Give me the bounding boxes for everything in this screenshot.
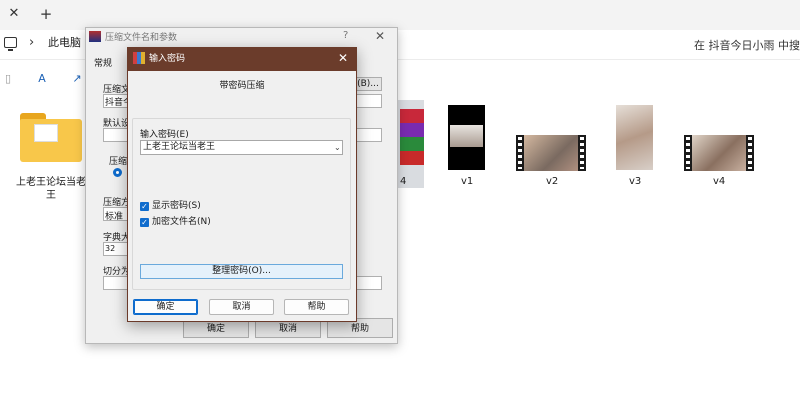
cancel-button[interactable]: 取消 — [209, 299, 274, 315]
video-thumbnail-v2[interactable] — [516, 135, 586, 171]
show-password-checkbox[interactable]: ✓ — [140, 202, 149, 211]
bg-dialog-title: 压缩文件名和参数 — [105, 33, 178, 43]
method-value: 标准 — [105, 212, 124, 222]
password-value: 上老王论坛当老王 — [143, 142, 216, 152]
file-label-v2[interactable]: v2 — [546, 176, 558, 187]
chevron-right-icon[interactable]: › — [29, 36, 34, 50]
encrypt-filenames-checkbox[interactable]: ✓ — [140, 218, 149, 227]
folder-icon[interactable] — [20, 113, 82, 163]
file-label-4[interactable]: 4 — [400, 176, 406, 187]
help-icon[interactable]: ? — [343, 30, 348, 41]
file-label-v1[interactable]: v1 — [461, 176, 473, 187]
dialog-title: 输入密码 — [149, 54, 186, 64]
rename-icon[interactable]: A — [36, 72, 48, 86]
search-placeholder: 在 抖音今日小雨 中搜索 — [694, 39, 800, 52]
show-password-label[interactable]: 显示密码(S) — [152, 201, 201, 212]
file-label-v3[interactable]: v3 — [629, 176, 641, 187]
video-thumbnail-v4[interactable] — [684, 135, 754, 171]
file-label-v4[interactable]: v4 — [713, 176, 725, 187]
video-thumbnail-v3[interactable] — [616, 105, 653, 170]
tab-general[interactable]: 常规 — [94, 56, 112, 69]
password-label: 输入密码(E) — [140, 130, 189, 140]
paste-icon[interactable]: ▯ — [2, 72, 14, 86]
close-icon[interactable]: ✕ — [375, 29, 385, 43]
browse-button[interactable]: (B)... — [354, 77, 382, 91]
winrar-icon — [89, 31, 101, 42]
file-label-folder[interactable]: 上老王论坛当老王 — [14, 176, 88, 202]
image-thumbnail[interactable] — [400, 109, 424, 165]
organize-passwords-button[interactable]: 整理密码(O)... — [140, 264, 343, 279]
encrypt-filenames-label[interactable]: 加密文件名(N) — [152, 217, 211, 228]
dialog-heading: 带密码压缩 — [219, 81, 265, 91]
new-tab-icon[interactable]: + — [38, 5, 54, 23]
share-icon[interactable]: ↗ — [71, 72, 83, 86]
tab-close-icon[interactable]: ✕ — [6, 6, 22, 22]
breadcrumb-this-pc[interactable]: 此电脑 — [48, 36, 81, 50]
chevron-down-icon[interactable]: ⌄ — [334, 141, 341, 154]
format-radio[interactable] — [113, 168, 122, 177]
winrar-icon — [133, 52, 145, 64]
format-label: 压缩 — [109, 157, 128, 167]
tab-bar — [0, 0, 800, 30]
video-thumbnail-v1[interactable] — [448, 105, 485, 170]
ok-button[interactable]: 确定 — [133, 299, 198, 315]
dictionary-value: 32 — [105, 244, 116, 253]
computer-icon[interactable] — [4, 37, 17, 51]
help-button[interactable]: 帮助 — [284, 299, 349, 315]
close-icon[interactable]: ✕ — [335, 50, 351, 66]
